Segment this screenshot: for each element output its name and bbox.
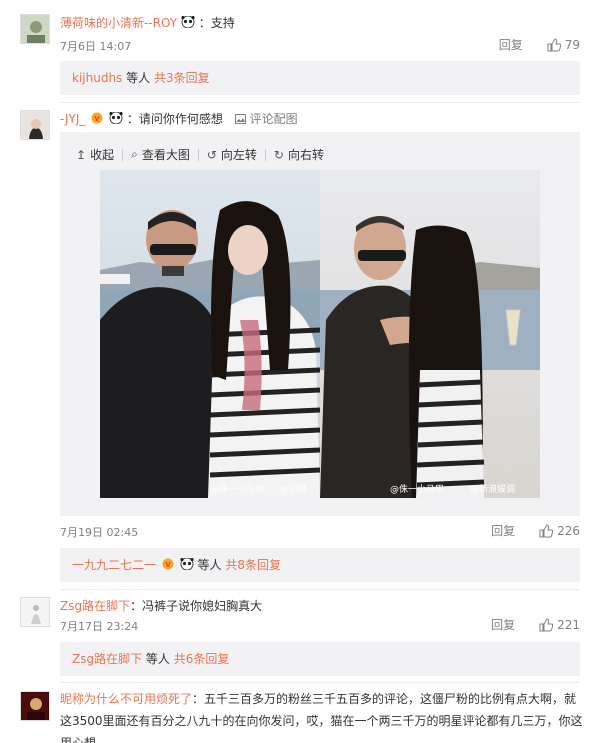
thumbs-up-icon [539,617,554,631]
image-watermark: @侏一小马甲 [390,484,444,495]
comment-text: ：冯裤子说你媳妇胸真大 [130,599,263,613]
comment-username[interactable]: 薄荷味的小清新--ROY [60,16,177,30]
svg-text:V: V [95,115,100,123]
comment-time: 7月6日 14:07 [60,40,132,53]
pic-link-label: 评论配图 [249,112,298,126]
comment-actions: 回复 226 [491,522,580,539]
divider [60,589,580,590]
reply-button[interactable]: 回复 [499,36,523,53]
divider [60,102,580,103]
sub-reply-user[interactable]: kijhudhs [72,71,122,85]
sub-reply-text: 等人 [193,558,226,572]
rotate-right-button[interactable]: ↻ 向右转 [274,146,324,163]
like-count: 79 [564,37,580,52]
view-large-label: 查看大图 [141,148,190,162]
more-replies-link[interactable]: 共8条回复 [225,558,281,572]
reply-button[interactable]: 回复 [491,522,515,539]
rotate-right-icon: ↻ [273,147,284,162]
toolbar-separator [197,148,199,161]
sub-reply-text: 等人 [142,652,174,666]
image-icon [234,114,246,124]
collapse-label: 收起 [90,148,115,162]
comment-line: -JYJ_ V ：请问你作何感想 评论配图 [60,110,298,127]
comment-photo-right[interactable]: @侏一小马甲 @新浪娱调 [320,170,540,498]
vip-badge-icon: V [162,558,174,570]
toolbar-separator [122,148,124,161]
rotate-left-icon: ↺ [206,147,217,162]
sub-replies-bar: 一九九二七二一 V 等人 共8条回复 [60,548,580,582]
comment-text-line: 这3500里面还有百分之八九十的在向你发问，哎，猫在一个两三千万的明星评论都有几… [60,714,583,728]
comment-text: ：支持 [198,16,235,30]
panda-emoji-icon [180,558,194,570]
more-replies-link[interactable]: 共6条回复 [174,652,230,666]
rotate-left-label: 向左转 [220,148,257,162]
comment-time: 7月17日 23:24 [60,620,139,633]
like-button[interactable]: 226 [539,524,580,538]
avatar[interactable] [20,691,50,721]
sub-reply-user[interactable]: 一九九二七二一 [72,558,156,572]
comment-text: ：五千三百多万的粉丝三千五百多的评论，这僵尸粉的比例有点大啊，就 [192,692,577,706]
comment-pic-link[interactable]: 评论配图 [234,112,298,126]
more-replies-link[interactable]: 共3条回复 [154,71,210,85]
sub-replies-bar: Zsg路在脚下 等人 共6条回复 [60,642,580,676]
like-count: 226 [557,523,580,538]
image-toolbar: ↥ 收起 ⌕ 查看大图 ↺ 向左转 ↻ 向右转 [76,146,324,163]
comment-line: 薄荷味的小清新--ROY ：支持 [60,14,235,31]
comment-text: ：请问你作何感想 [126,112,223,126]
like-count: 221 [557,617,580,632]
toolbar-separator [264,148,266,161]
comment-time: 7月19日 02:45 [60,526,139,539]
comment-text-line: 用心想。 [60,736,109,743]
sub-reply-user[interactable]: Zsg路在脚下 [72,652,142,666]
view-large-button[interactable]: ⌕ 查看大图 [131,146,190,163]
comment-actions: 回复 221 [491,616,580,633]
image-watermark: @新浪娱调 [470,483,515,495]
comment-username[interactable]: Zsg路在脚下 [60,599,130,613]
avatar[interactable] [20,110,50,140]
thumbs-up-icon [547,37,561,51]
comment-username[interactable]: -JYJ_ [60,112,85,126]
sub-replies-bar: kijhudhs 等人 共3条回复 [60,61,580,95]
arrow-up-icon: ↥ [76,147,87,162]
rotate-left-button[interactable]: ↺ 向左转 [207,146,257,163]
comment-actions: 回复 79 [499,36,580,53]
thumbs-up-icon [539,523,554,537]
svg-text:V: V [165,561,170,569]
like-button[interactable]: 79 [547,38,580,52]
comment-line: 昵称为什么不可用烦死了：五千三百多万的粉丝三千五百多的评论，这僵尸粉的比例有点大… [60,690,576,707]
comment-photo-left[interactable]: @侏一小马甲 @招财 [100,170,320,498]
reply-button[interactable]: 回复 [491,616,515,633]
vip-badge-icon: V [91,112,103,124]
like-button[interactable]: 221 [539,618,580,632]
sub-reply-text: 等人 [122,71,154,85]
rotate-right-label: 向右转 [287,148,324,162]
image-watermark: @侏一小马甲 [210,484,264,495]
comment-line: Zsg路在脚下：冯裤子说你媳妇胸真大 [60,597,262,614]
panda-emoji-icon [109,112,123,124]
magnifier-icon: ⌕ [131,147,138,161]
panda-emoji-icon [181,16,195,28]
avatar[interactable] [20,597,50,627]
avatar[interactable] [20,14,50,44]
image-watermark: @招财 [280,483,307,495]
comment-username[interactable]: 昵称为什么不可用烦死了 [60,692,192,706]
divider [60,682,580,683]
collapse-button[interactable]: ↥ 收起 [76,146,114,163]
